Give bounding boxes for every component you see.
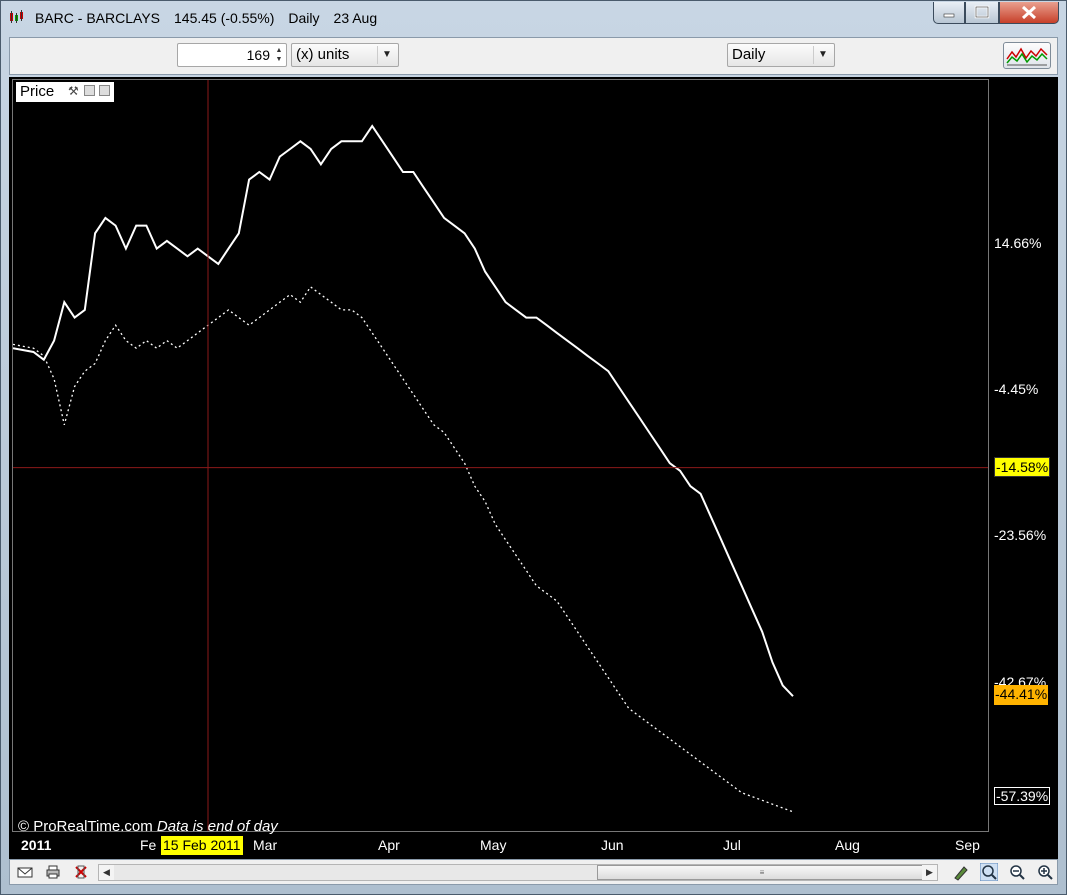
minimize-icon xyxy=(943,13,955,18)
chart-toolbar: 169 ▲ ▼ (x) units ▼ Daily ▼ xyxy=(9,37,1058,75)
minimize-button[interactable] xyxy=(933,2,965,24)
crosshair-date-tag: 15 Feb 2011 xyxy=(161,836,243,855)
x-tick-label: Jun xyxy=(601,837,624,853)
indicators-button[interactable] xyxy=(1003,42,1051,69)
copyright-note: © ProRealTime.com Data is end of day xyxy=(18,818,278,835)
chevron-down-icon: ▼ xyxy=(813,46,832,64)
x-tick-label: Fe xyxy=(140,837,157,853)
y-tick-label: 14.66% xyxy=(994,234,1042,251)
candlestick-app-icon xyxy=(10,10,23,23)
close-button[interactable] xyxy=(999,2,1059,24)
wrench-icon[interactable]: ⚒ xyxy=(68,85,80,97)
y-tick-label: -23.56% xyxy=(994,527,1047,544)
crosshair-value-tag: -14.58% xyxy=(994,456,1051,477)
horizontal-scrollbar[interactable]: ◀ ≡ ▶ xyxy=(98,864,938,881)
collapse-icon[interactable] xyxy=(99,85,110,96)
maximize-button[interactable] xyxy=(965,2,999,24)
scroll-right-icon[interactable]: ▶ xyxy=(922,865,937,880)
units-type-dropdown[interactable]: (x) units ▼ xyxy=(291,43,399,67)
indicators-icon xyxy=(1006,47,1048,66)
app-window: BARC - BARCLAYS 145.45 (-0.55%) Daily 23 Au… xyxy=(0,0,1067,895)
draw-icon[interactable] xyxy=(952,863,970,881)
zoom-in-icon[interactable] xyxy=(1036,863,1054,881)
copyright-text: © ProRealTime.com xyxy=(18,818,153,835)
print-icon[interactable] xyxy=(44,863,62,881)
title-bar[interactable]: BARC - BARCLAYS 145.45 (-0.55%) Daily 23 Au… xyxy=(1,1,1066,33)
units-spinner[interactable]: 169 ▲ ▼ xyxy=(177,43,287,67)
eod-note: Data is end of day xyxy=(156,818,278,835)
title-date: 23 Aug xyxy=(333,10,378,26)
price-chart[interactable] xyxy=(13,80,988,831)
title-period: Daily xyxy=(288,10,320,26)
scroll-left-icon[interactable]: ◀ xyxy=(99,865,114,880)
x-tick-label: Aug xyxy=(835,837,860,853)
x-tick-label: Jul xyxy=(723,837,741,853)
plot-area[interactable]: Price ⚒ © ProRealTime.com Data is end of… xyxy=(12,79,989,835)
timeframe-dropdown[interactable]: Daily ▼ xyxy=(727,43,835,67)
series-line-solid xyxy=(13,124,794,697)
x-tick-label: 2011 xyxy=(21,837,52,853)
series-line-dotted xyxy=(13,285,794,813)
units-value: 169 xyxy=(246,47,270,63)
zoom-fit-icon[interactable] xyxy=(980,863,998,881)
spinner-arrows-icon[interactable]: ▲ ▼ xyxy=(274,46,284,64)
bottom-toolbar: ◀ ≡ ▶ xyxy=(9,859,1058,885)
maximize-icon xyxy=(974,5,990,19)
x-tick-label: May xyxy=(480,837,507,853)
zoom-out-icon[interactable] xyxy=(1008,863,1026,881)
timeframe-value: Daily xyxy=(732,46,766,63)
chart-panel[interactable]: Price ⚒ © ProRealTime.com Data is end of… xyxy=(9,77,1058,859)
y-tick-label: -57.39% xyxy=(994,786,1051,805)
chevron-down-icon: ▼ xyxy=(377,46,396,64)
x-tick-label: Apr xyxy=(378,837,400,853)
x-tick-label: Mar xyxy=(253,837,278,853)
last-value-tag: -44.41% xyxy=(994,685,1049,706)
delete-icon[interactable] xyxy=(72,863,90,881)
symbol-name: BARC - BARCLAYS xyxy=(35,10,160,26)
window-title: BARC - BARCLAYS 145.45 (-0.55%) Daily 23 Au… xyxy=(35,10,391,26)
y-tick-label: -4.45% xyxy=(994,380,1039,397)
scroll-thumb[interactable]: ≡ xyxy=(597,865,927,880)
units-type-value: (x) units xyxy=(296,46,350,63)
panel-title: Price xyxy=(20,83,55,100)
quote-value: 145.45 (-0.55%) xyxy=(174,10,275,26)
close-icon xyxy=(1021,5,1037,20)
panel-header: Price ⚒ xyxy=(16,82,114,102)
x-tick-label: Sep xyxy=(955,837,980,853)
expand-icon[interactable] xyxy=(84,85,95,96)
mail-icon[interactable] xyxy=(16,863,34,881)
